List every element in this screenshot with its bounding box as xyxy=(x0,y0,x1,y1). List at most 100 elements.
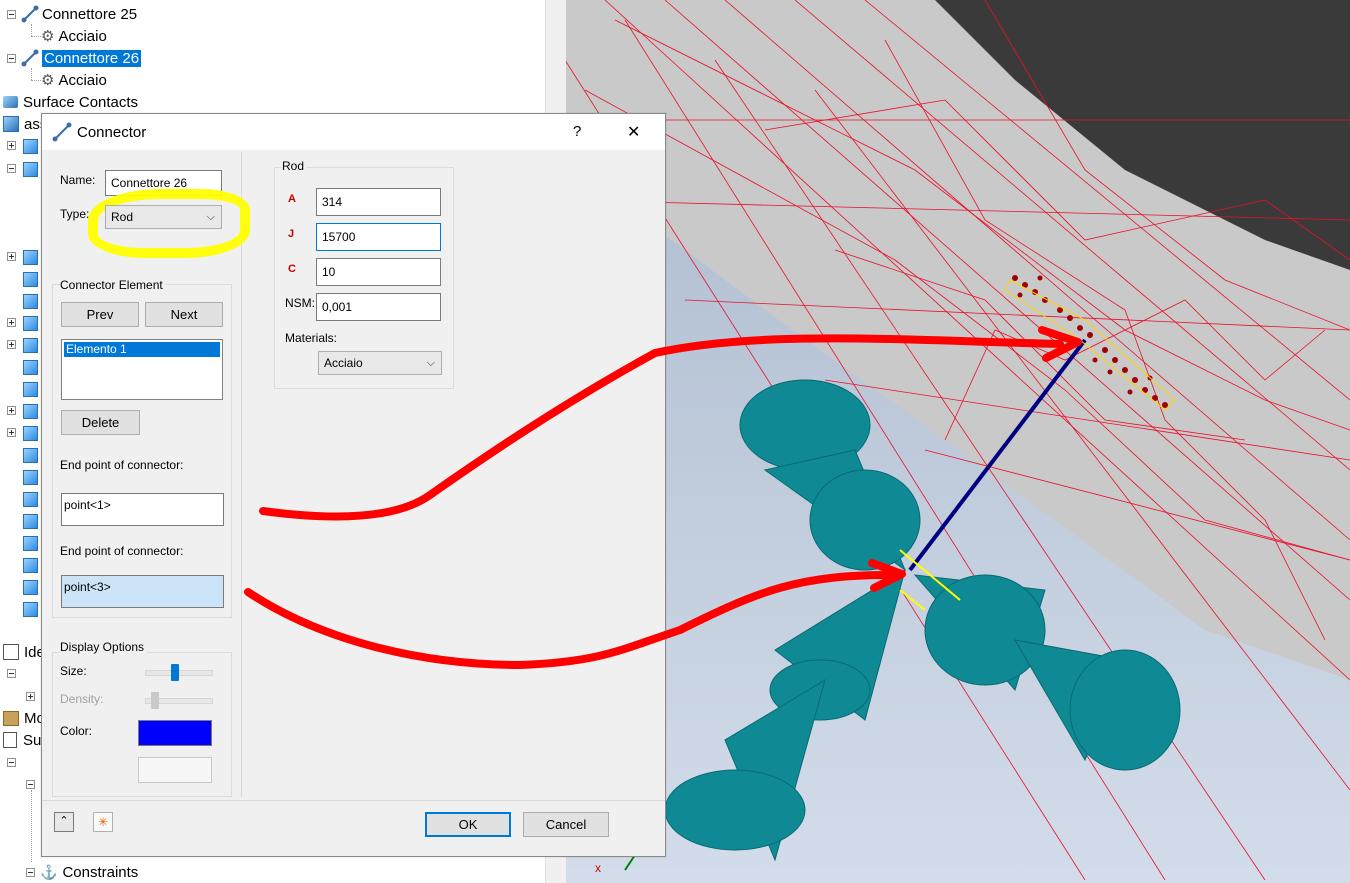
tree-item-label: Su xyxy=(23,731,42,749)
rod-title: Rod xyxy=(282,159,308,173)
name-label: Name: xyxy=(60,173,96,187)
endpoint1-label: End point of connector: xyxy=(60,458,184,472)
endpoint2-field[interactable]: point<3> xyxy=(61,575,224,608)
model-icon xyxy=(3,710,19,726)
a-label: A xyxy=(288,193,296,205)
part-icon xyxy=(23,139,38,154)
tree-item-label: Acciaio xyxy=(58,71,107,89)
part-icon xyxy=(23,338,38,353)
color-label: Color: xyxy=(60,724,93,738)
density-label: Density: xyxy=(60,692,104,706)
dialog-title: Connector xyxy=(77,124,147,141)
density-slider-thumb[interactable] xyxy=(150,692,159,709)
tree-item-idealization[interactable]: Ide xyxy=(3,642,45,662)
materials-label: Materials: xyxy=(285,331,338,345)
size-label: Size: xyxy=(60,664,87,678)
collapse-toggle[interactable] xyxy=(26,780,35,789)
help-button[interactable]: ? xyxy=(573,123,581,140)
cancel-button[interactable]: Cancel xyxy=(523,812,609,837)
expand-toggle[interactable] xyxy=(7,141,16,150)
materials-select[interactable]: Acciaio ⌵ xyxy=(318,351,442,375)
blank-button[interactable] xyxy=(138,757,212,783)
color-swatch-button[interactable] xyxy=(138,720,212,746)
endpoint2-label: End point of connector: xyxy=(60,544,184,558)
prev-button[interactable]: Prev xyxy=(61,302,139,327)
tree-item-material[interactable]: ⚙ Acciaio xyxy=(41,26,107,46)
part-icon xyxy=(23,536,38,551)
expand-toggle[interactable] xyxy=(26,692,35,701)
tree-item-label: Connettore 25 xyxy=(42,5,138,23)
close-button[interactable]: ✕ xyxy=(627,122,640,142)
tree-item-label: Surface Contacts xyxy=(23,93,139,111)
display-options-title: Display Options xyxy=(60,640,148,654)
endpoint1-field[interactable]: point<1> xyxy=(61,493,224,526)
type-label: Type: xyxy=(60,207,90,221)
tree-item-subcase[interactable]: Su xyxy=(3,730,41,750)
part-icon xyxy=(23,558,38,573)
tree-item-connettore-26[interactable]: Connettore 26 xyxy=(21,48,143,68)
element-list[interactable]: Elemento 1 xyxy=(61,339,223,400)
expand-toggle[interactable] xyxy=(7,340,16,349)
next-button[interactable]: Next xyxy=(145,302,223,327)
collapse-toggle[interactable] xyxy=(7,10,16,19)
part-icon xyxy=(23,382,38,397)
chevron-down-icon: ⌵ xyxy=(426,357,435,369)
expand-toggle[interactable] xyxy=(7,318,16,327)
footer-divider xyxy=(42,800,665,801)
a-field[interactable]: 314 xyxy=(316,188,441,216)
collapse-toggle[interactable] xyxy=(7,758,16,767)
connector-icon xyxy=(21,49,39,67)
connector-element-title: Connector Element xyxy=(60,278,166,292)
collapse-toggle[interactable] xyxy=(26,868,35,877)
expand-toggle[interactable] xyxy=(7,406,16,415)
expand-toggle[interactable] xyxy=(7,252,16,261)
part-icon xyxy=(23,250,38,265)
j-field[interactable]: 15700 xyxy=(316,223,441,251)
ok-button[interactable]: OK xyxy=(425,812,511,837)
part-icon xyxy=(23,426,38,441)
part-icon xyxy=(23,162,38,177)
panel-divider xyxy=(241,152,242,797)
idealization-icon xyxy=(3,644,19,660)
c-field[interactable]: 10 xyxy=(316,258,441,286)
collapse-toggle[interactable] xyxy=(7,669,16,678)
type-select-value: Rod xyxy=(111,210,134,224)
part-icon xyxy=(23,360,38,375)
surface-contacts-icon xyxy=(3,96,18,108)
tree-item-material[interactable]: ⚙ Acciaio xyxy=(41,70,107,90)
delete-button[interactable]: Delete xyxy=(61,410,140,435)
part-icon xyxy=(23,580,38,595)
model-render: x xyxy=(565,0,1350,881)
size-slider-thumb[interactable] xyxy=(171,664,180,681)
materials-select-value: Acciaio xyxy=(324,356,363,370)
svg-text:x: x xyxy=(595,861,601,875)
tree-item-label: Acciaio xyxy=(58,27,107,45)
part-icon xyxy=(23,404,38,419)
material-icon: ⚙ xyxy=(41,72,55,89)
collapse-toggle[interactable] xyxy=(7,54,16,63)
connector-dialog: Connector ? ✕ Name: Connettore 26 Type: … xyxy=(41,113,666,857)
type-select[interactable]: Rod ⌵ xyxy=(105,205,222,229)
nsm-field[interactable]: 0,001 xyxy=(316,293,441,321)
tree-item-surface-contacts[interactable]: Surface Contacts xyxy=(3,92,138,112)
j-label: J xyxy=(288,228,295,240)
part-icon xyxy=(23,470,38,485)
list-item[interactable]: Elemento 1 xyxy=(64,342,220,357)
collapse-toggle[interactable] xyxy=(7,164,16,173)
settings-icon[interactable]: ✳ xyxy=(93,812,113,832)
collapse-up-icon[interactable]: ⌃ xyxy=(54,812,74,832)
c-label: C xyxy=(288,263,296,275)
assembly-icon xyxy=(3,116,19,132)
tree-item-model[interactable]: Mo xyxy=(3,708,45,728)
3d-viewport[interactable]: x xyxy=(565,0,1350,883)
part-icon xyxy=(23,272,38,287)
part-icon xyxy=(23,448,38,463)
tree-item-constraints[interactable]: ⚓ Constraints xyxy=(40,862,138,882)
chevron-down-icon: ⌵ xyxy=(206,211,215,223)
expand-toggle[interactable] xyxy=(7,428,16,437)
part-icon xyxy=(23,602,38,617)
connector-icon xyxy=(52,122,72,142)
tree-item-connettore-25[interactable]: Connettore 25 xyxy=(21,4,137,24)
connector-element-group xyxy=(52,284,232,618)
constraints-icon: ⚓ xyxy=(40,863,58,880)
